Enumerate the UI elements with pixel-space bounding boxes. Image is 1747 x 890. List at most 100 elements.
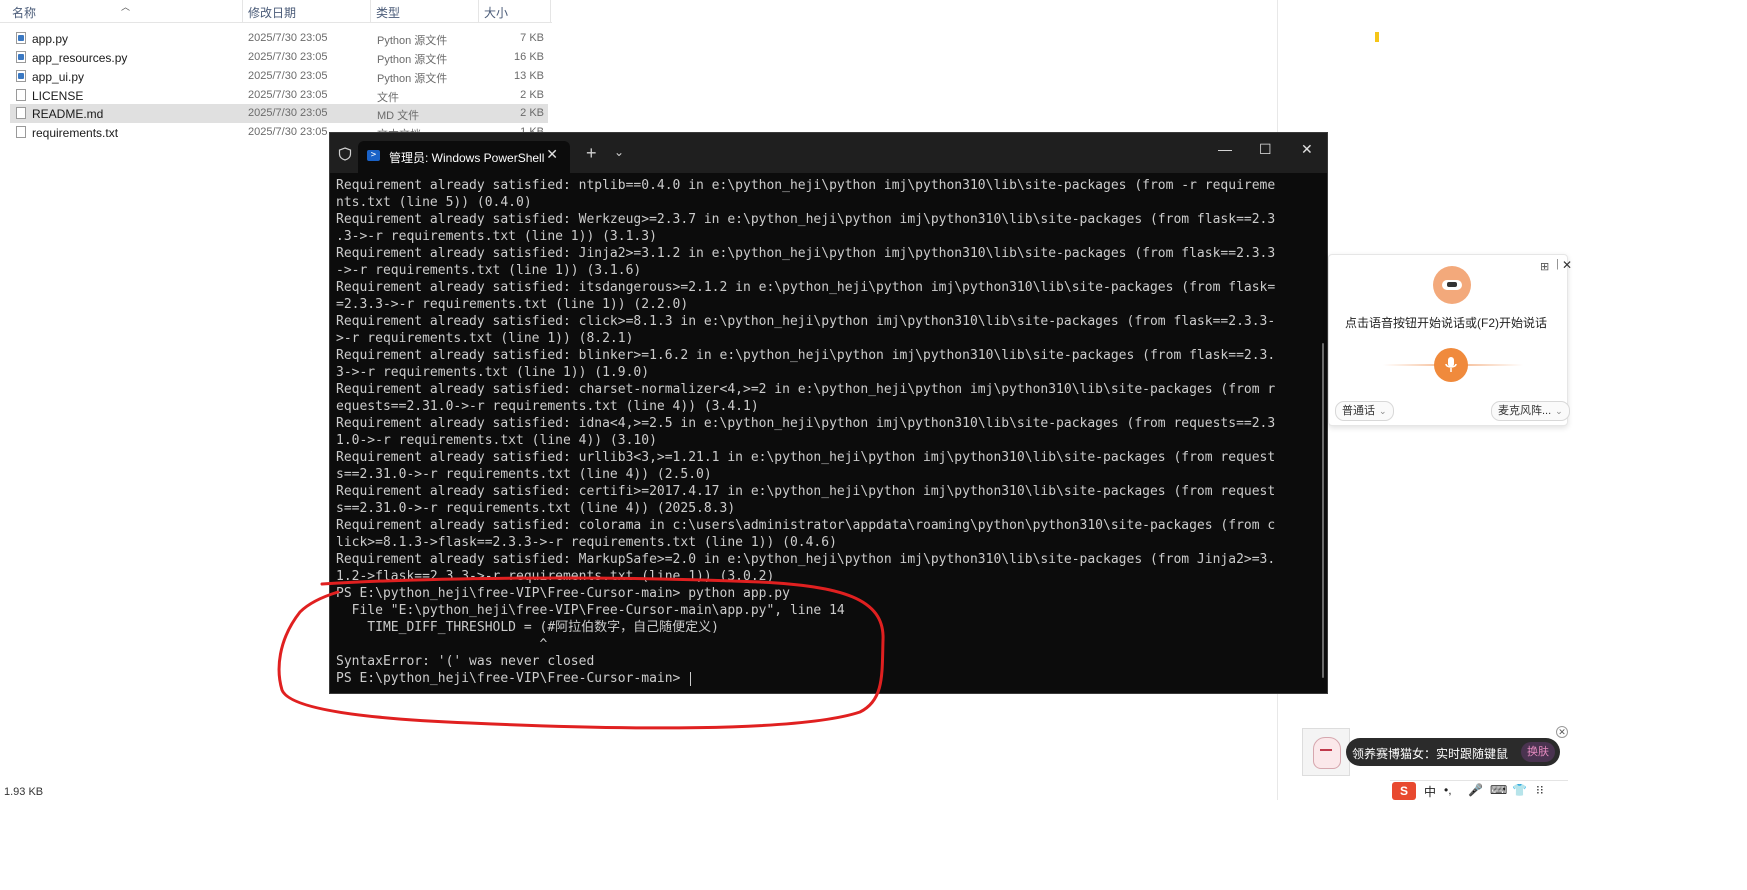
minimize-button[interactable]: — [1218,141,1232,157]
microphone-value: 麦克风阵... [1498,405,1552,417]
close-icon[interactable]: ✕ [1562,258,1572,272]
file-name: README.md [32,107,104,121]
language-select[interactable]: 普通话 ⌄ [1335,401,1394,421]
column-separator[interactable] [370,0,371,22]
file-date: 2025/7/30 23:05 [248,126,328,138]
text-cursor [690,671,692,686]
microphone-button[interactable] [1434,348,1468,382]
file-size: 7 KB [520,32,544,44]
file-row[interactable]: app_resources.py 2025/7/30 23:05 Python … [10,48,548,67]
close-icon[interactable]: ✕ [1556,726,1568,738]
terminal-prompt-line[interactable]: PS E:\python_heji\free-VIP\Free-Cursor-m… [336,670,1319,687]
python-file-icon [16,70,26,82]
file-date: 2025/7/30 23:05 [248,51,328,63]
punctuation-toggle[interactable]: •, [1444,783,1452,797]
markdown-file-icon [16,107,26,119]
change-skin-button[interactable]: 换肤 [1521,742,1555,762]
terminal-prompt: PS E:\python_heji\free-VIP\Free-Cursor-m… [336,671,689,686]
maximize-button[interactable]: ☐ [1259,141,1272,158]
cat-girl-avatar[interactable] [1302,728,1350,776]
terminal-line: lick>=8.1.3->flask==2.3.3->-r requiremen… [336,535,837,550]
file-size: 16 KB [514,51,544,63]
toolbox-icon[interactable]: ⁝⁝ [1536,783,1544,797]
close-tab-icon[interactable]: ✕ [546,146,558,163]
tab-dropdown-button[interactable]: ⌄ [614,145,624,159]
column-type[interactable]: 类型 [376,4,400,21]
terminal-scrollbar[interactable] [1322,343,1324,678]
column-separator[interactable] [242,0,243,22]
column-name[interactable]: 名称 [12,4,36,21]
python-file-icon [16,51,26,63]
file-icon [16,89,26,101]
file-row-selected[interactable]: README.md 2025/7/30 23:05 MD 文件 2 KB [10,104,548,123]
microphone-icon [1445,357,1457,373]
terminal-titlebar[interactable]: > 管理员: Windows PowerShell ✕ + ⌄ — ☐ ✕ [330,133,1327,173]
terminal-line: =2.3.3->-r requirements.txt (line 1)) (2… [336,297,689,312]
powershell-window[interactable]: > 管理员: Windows PowerShell ✕ + ⌄ — ☐ ✕ Re… [329,132,1328,694]
terminal-line: Requirement already satisfied: MarkupSaf… [336,552,1276,567]
terminal-output[interactable]: Requirement already satisfied: ntplib==0… [336,177,1319,687]
file-name: app_resources.py [32,51,128,65]
file-row[interactable]: LICENSE 2025/7/30 23:05 文件 2 KB [10,86,548,105]
file-type: MD 文件 [377,110,420,122]
file-type: Python 源文件 [377,54,448,66]
grid-icon[interactable]: ⊞ [1540,260,1549,273]
chevron-down-icon: ⌄ [1555,406,1563,416]
terminal-line: 3->-r requirements.txt (line 1)) (1.9.0) [336,365,650,380]
terminal-line: .3->-r requirements.txt (line 1)) (3.1.3… [336,229,657,244]
terminal-command-line: PS E:\python_heji\free-VIP\Free-Cursor-m… [336,586,790,601]
terminal-line: ->-r requirements.txt (line 1)) (3.1.6) [336,263,642,278]
file-size: 13 KB [514,70,544,82]
file-row[interactable]: app_ui.py 2025/7/30 23:05 Python 源文件 13 … [10,67,548,86]
tab-powershell[interactable]: > 管理员: Windows PowerShell ✕ [358,141,570,173]
terminal-line: Requirement already satisfied: ntplib==0… [336,178,1276,193]
column-size[interactable]: 大小 [484,4,508,21]
voice-input-panel[interactable]: ⊞ | ✕ 点击语音按钮开始说话或(F2)开始说话 普通话 ⌄ 麦克风阵... ⌄ [1328,254,1572,426]
file-date: 2025/7/30 23:05 [248,70,328,82]
new-tab-button[interactable]: + [586,143,597,164]
file-size: 2 KB [520,89,544,101]
voice-prompt: 点击语音按钮开始说话或(F2)开始说话 [1345,316,1547,330]
divider: | [1556,258,1559,270]
file-size: 2 KB [520,107,544,119]
terminal-line: Requirement already satisfied: itsdanger… [336,280,1276,295]
pet-promo-text: 领养赛博猫女：实时跟随键鼠 [1352,747,1509,761]
pet-promo-bar[interactable]: 领养赛博猫女：实时跟随键鼠 换肤 [1346,738,1560,766]
skin-icon[interactable]: 👕 [1512,783,1527,797]
ime-toolbar[interactable]: S 中 •, 🎤 ⌨ 👕 ⁝⁝ [1390,780,1568,801]
voice-icon[interactable]: 🎤 [1468,783,1483,797]
file-date: 2025/7/30 23:05 [248,107,328,119]
terminal-line: Requirement already satisfied: colorama … [336,518,1276,533]
file-date: 2025/7/30 23:05 [248,89,328,101]
close-window-button[interactable]: ✕ [1301,141,1313,158]
column-date[interactable]: 修改日期 [248,4,296,21]
terminal-line: s==2.31.0->-r requirements.txt (line 4))… [336,501,736,516]
keyboard-icon[interactable]: ⌨ [1490,783,1507,797]
terminal-line: Requirement already satisfied: Jinja2>=3… [336,246,1276,261]
language-value: 普通话 [1342,405,1375,417]
tab-title: 管理员: Windows PowerShell [389,151,545,165]
terminal-line: equests==2.31.0->-r requirements.txt (li… [336,399,759,414]
file-name: app.py [32,32,69,46]
terminal-line: Requirement already satisfied: certifi>=… [336,484,1276,499]
terminal-line: Requirement already satisfied: Werkzeug>… [336,212,1276,227]
file-name: LICENSE [32,89,84,103]
sogou-logo-icon[interactable]: S [1392,782,1416,800]
powershell-icon: > [367,150,380,161]
ime-mode-toggle[interactable]: 中 [1424,783,1436,800]
file-type: Python 源文件 [377,73,448,85]
column-separator[interactable] [478,0,479,22]
file-type: 文件 [377,92,399,104]
terminal-line: Requirement already satisfied: urllib3<3… [336,450,1276,465]
terminal-line: Requirement already satisfied: blinker>=… [336,348,1276,363]
microphone-select[interactable]: 麦克风阵... ⌄ [1491,401,1570,421]
terminal-line: Requirement already satisfied: click>=8.… [336,314,1276,329]
column-header: 名称 ︿ 修改日期 类型 大小 [0,0,552,23]
terminal-line: 1.2->flask==2.3.3->-r requirements.txt (… [336,569,775,584]
file-date: 2025/7/30 23:05 [248,32,328,44]
terminal-error-line: SyntaxError: '(' was never closed [336,654,595,669]
file-row[interactable]: app.py 2025/7/30 23:05 Python 源文件 7 KB [10,29,548,48]
file-type: Python 源文件 [377,35,448,47]
terminal-line: Requirement already satisfied: idna<4,>=… [336,416,1276,431]
column-separator[interactable] [550,0,551,22]
